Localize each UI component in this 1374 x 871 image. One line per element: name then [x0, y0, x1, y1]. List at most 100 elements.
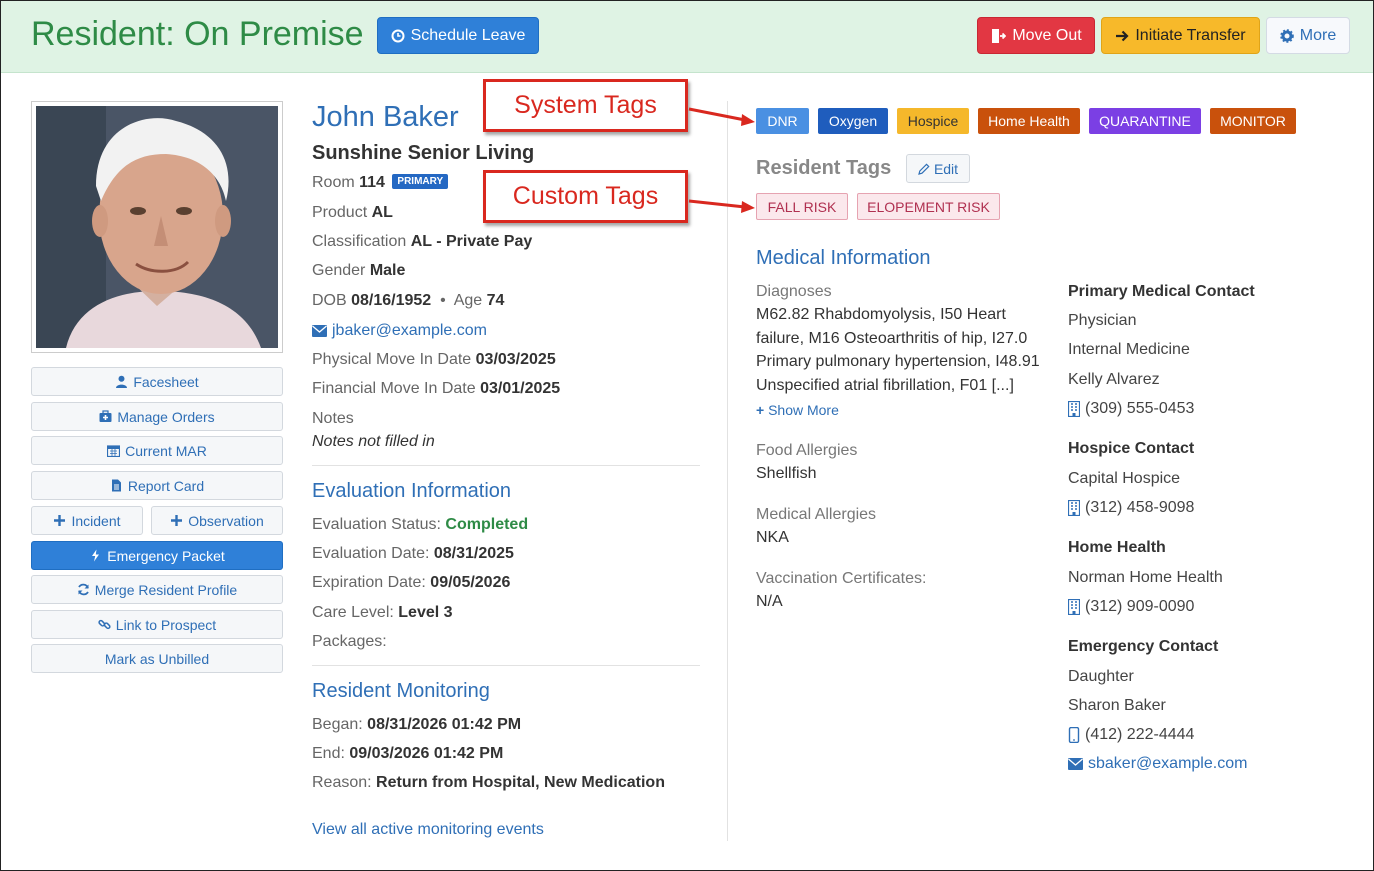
clock-icon	[391, 29, 405, 42]
divider	[312, 665, 700, 666]
home-health-name: Norman Home Health	[1068, 569, 1223, 586]
tag-dnr: DNR	[756, 108, 809, 134]
hospice-contact-phone: (312) 458-9098	[1085, 499, 1195, 516]
began-value: 08/31/2026 01:42 PM	[367, 716, 522, 733]
arrow-right-icon	[1116, 30, 1129, 41]
current-mar-button[interactable]: Current MAR	[31, 436, 283, 465]
link-prospect-button[interactable]: Link to Prospect	[31, 610, 283, 639]
envelope-icon	[1068, 758, 1083, 770]
home-health-title: Home Health	[1068, 539, 1166, 556]
move-out-label: Move Out	[1012, 26, 1082, 44]
vaccination-label: Vaccination Certificates:	[756, 570, 927, 587]
move-out-button[interactable]: Move Out	[977, 17, 1095, 54]
notes-value: Notes not filled in	[312, 433, 435, 450]
medical-allergies-value: NKA	[756, 529, 789, 546]
hospice-contact-phone-row: (312) 458-9098	[1068, 499, 1194, 517]
medical-title: Medical Information	[756, 247, 931, 269]
room-row: Room 114 PRIMARY	[312, 174, 449, 192]
initiate-transfer-button[interactable]: Initiate Transfer	[1101, 17, 1260, 54]
schedule-leave-label: Schedule Leave	[410, 26, 526, 44]
bolt-icon	[92, 549, 100, 562]
primary-contact-name: Kelly Alvarez	[1068, 371, 1160, 388]
classification-label: Classification	[312, 233, 407, 250]
tag-home-health: Home Health	[978, 108, 1080, 134]
mark-unbilled-button[interactable]: Mark as Unbilled	[31, 644, 283, 673]
diagnoses-line: Primary pulmonary hypertension, I48.91	[756, 353, 1040, 370]
facesheet-button[interactable]: Facesheet	[31, 367, 283, 396]
edit-tags-button[interactable]: Edit	[906, 154, 970, 183]
merge-profile-label: Merge Resident Profile	[94, 581, 238, 598]
gender-value: Male	[369, 262, 406, 279]
care-level-value: Level 3	[398, 604, 453, 621]
evaluation-date-label: Evaluation Date:	[312, 545, 430, 562]
observation-label: Observation	[188, 512, 264, 529]
began-label: Began:	[312, 716, 363, 733]
envelope-icon	[312, 325, 327, 337]
diagnoses-value: M62.82 Rhabdomyolysis, I50 Heart failure…	[756, 303, 1040, 397]
diagnoses-line: Unspecified atrial fibrillation, F01 [..…	[756, 376, 1014, 394]
tag-elopement-risk: ELOPEMENT RISK	[857, 193, 1000, 220]
emergency-contact-title: Emergency Contact	[1068, 638, 1219, 655]
schedule-leave-button[interactable]: Schedule Leave	[377, 17, 539, 54]
mark-unbilled-label: Mark as Unbilled	[104, 650, 210, 667]
primary-contact-title: Primary Medical Contact	[1068, 283, 1255, 300]
mobile-phone-icon	[1068, 727, 1080, 743]
expiration-value: 09/05/2026	[430, 574, 511, 591]
edit-tags-label: Edit	[933, 160, 959, 177]
divider	[312, 465, 700, 466]
expiration-row: Expiration Date: 09/05/2026	[312, 574, 510, 592]
show-more-link[interactable]: + Show More	[756, 402, 839, 418]
emergency-packet-label: Emergency Packet	[107, 547, 225, 564]
current-mar-label: Current MAR	[125, 442, 207, 459]
observation-button[interactable]: Observation	[151, 506, 283, 535]
more-button[interactable]: More	[1266, 17, 1350, 54]
notes-label: Notes	[312, 410, 354, 427]
home-health-phone: (312) 909-0090	[1085, 598, 1195, 615]
dob-row: DOB 08/16/1952 • Age 74	[312, 292, 504, 310]
care-level-label: Care Level:	[312, 604, 394, 621]
product-label: Product	[312, 204, 368, 221]
calendar-icon	[107, 445, 121, 457]
tag-hospice: Hospice	[897, 108, 969, 134]
food-allergies-value: Shellfish	[756, 465, 817, 482]
emergency-packet-button[interactable]: Emergency Packet	[31, 541, 283, 570]
gender-label: Gender	[312, 262, 366, 279]
primary-contact-phone-row: (309) 555-0453	[1068, 400, 1194, 418]
pencil-icon	[918, 162, 930, 175]
tag-monitor: MONITOR	[1210, 108, 1296, 134]
diagnoses-line: failure, M16 Osteoarthritis of hip, I27.…	[756, 329, 1028, 347]
primary-contact-dept: Internal Medicine	[1068, 341, 1190, 358]
end-row: End: 09/03/2026 01:42 PM	[312, 745, 503, 763]
home-health-phone-row: (312) 909-0090	[1068, 598, 1194, 616]
tag-fall-risk: FALL RISK	[756, 193, 848, 220]
user-icon	[116, 375, 128, 388]
link-icon	[98, 619, 111, 630]
resident-email-link[interactable]: jbaker@example.com	[332, 322, 487, 340]
merge-profile-button[interactable]: Merge Resident Profile	[31, 575, 283, 604]
emergency-contact-phone: (412) 222-4444	[1085, 726, 1195, 743]
emergency-contact-email-link[interactable]: sbaker@example.com	[1088, 755, 1247, 773]
resident-photo	[31, 101, 283, 353]
facility-name: Sunshine Senior Living	[312, 142, 535, 164]
refresh-icon	[77, 583, 89, 596]
hospice-contact-title: Hospice Contact	[1068, 440, 1195, 457]
show-more-label: Show More	[768, 402, 839, 418]
end-label: End:	[312, 745, 345, 762]
view-monitoring-link[interactable]: View all active monitoring events	[312, 821, 544, 839]
building-icon	[1068, 599, 1080, 615]
emergency-contact-name: Sharon Baker	[1068, 697, 1166, 714]
report-card-button[interactable]: Report Card	[31, 471, 283, 500]
custom-tags-callout: Custom Tags	[483, 170, 688, 223]
hospice-contact-name: Capital Hospice	[1068, 470, 1181, 487]
diagnoses-line: M62.82 Rhabdomyolysis, I50 Heart	[756, 306, 1006, 323]
age-value: 74	[486, 292, 505, 309]
emergency-contact-relation: Daughter	[1068, 668, 1134, 685]
incident-button[interactable]: Incident	[31, 506, 143, 535]
tag-oxygen: Oxygen	[818, 108, 888, 134]
tag-quarantine: QUARANTINE	[1089, 108, 1201, 134]
end-value: 09/03/2026 01:42 PM	[349, 745, 504, 762]
packages-label: Packages:	[312, 633, 387, 650]
manage-orders-button[interactable]: Manage Orders	[31, 402, 283, 431]
manage-orders-label: Manage Orders	[117, 408, 215, 425]
reason-value: Return from Hospital, New Medication	[376, 774, 665, 791]
